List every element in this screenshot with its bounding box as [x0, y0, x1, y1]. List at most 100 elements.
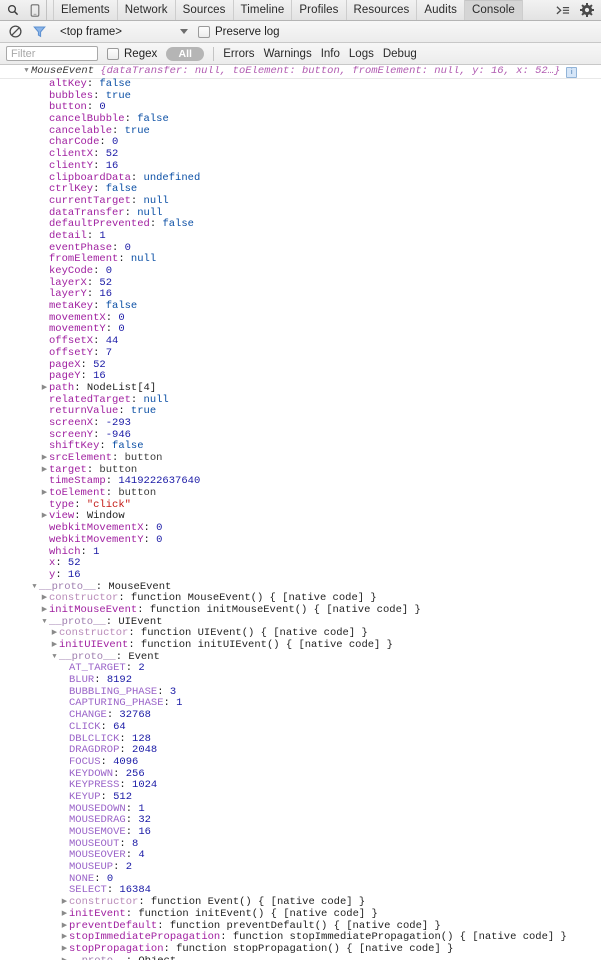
- property-row[interactable]: ▶MOUSEUP: 2: [0, 861, 601, 874]
- collapsed-triangle-icon[interactable]: ▶: [60, 909, 69, 921]
- collapsed-triangle-icon[interactable]: ▶: [40, 383, 49, 395]
- property-row[interactable]: ▶ path: NodeList[4]: [0, 382, 601, 395]
- property-row[interactable]: ▶keyCode: 0: [0, 265, 601, 278]
- triangle-placeholder: ▶: [40, 266, 49, 278]
- tab-profiles[interactable]: Profiles: [292, 0, 347, 20]
- collapsed-triangle-icon[interactable]: ▶: [50, 628, 59, 640]
- tab-sources[interactable]: Sources: [176, 0, 234, 20]
- triangle-placeholder: ▶: [40, 102, 49, 114]
- tab-console[interactable]: Console: [464, 0, 523, 20]
- device-toolbar-icon[interactable]: [28, 3, 42, 18]
- collapsed-triangle-icon[interactable]: ▶: [60, 944, 69, 956]
- property-row[interactable]: ▶altKey: false: [0, 78, 601, 91]
- property-value: 1: [99, 229, 106, 242]
- property-row[interactable]: ▶metaKey: false: [0, 300, 601, 313]
- property-row[interactable]: ▶KEYUP: 512: [0, 790, 601, 804]
- property-value: true: [130, 405, 157, 418]
- level-filter-warnings[interactable]: Warnings: [264, 48, 312, 60]
- property-value: -293: [105, 416, 131, 429]
- expanded-triangle-icon[interactable]: ▼: [50, 652, 59, 664]
- level-filter-debug[interactable]: Debug: [383, 48, 417, 60]
- property-row[interactable]: ▶MOUSEMOVE: 16: [0, 826, 601, 839]
- collapsed-triangle-icon[interactable]: ▶: [50, 640, 59, 652]
- collapsed-triangle-icon[interactable]: ▶: [40, 488, 49, 500]
- execution-context-selector[interactable]: <top frame>: [60, 26, 188, 38]
- property-separator: :: [130, 194, 144, 207]
- property-row[interactable]: ▶ initEvent: function initEvent() { [nati…: [0, 907, 601, 921]
- drawer-toggle-icon[interactable]: [556, 3, 570, 18]
- gear-icon[interactable]: [580, 3, 594, 18]
- property-key: MOUSEMOVE: [69, 826, 126, 838]
- property-row[interactable]: ▶detail: 1: [0, 229, 601, 243]
- property-row[interactable]: ▶__proto__: Object: [0, 956, 601, 960]
- property-row[interactable]: ▶currentTarget: null: [0, 194, 601, 208]
- property-row[interactable]: ▶ toElement: button: [0, 487, 601, 500]
- property-row[interactable]: ▶clientY: 16: [0, 160, 601, 173]
- triangle-placeholder: ▶: [40, 301, 49, 313]
- property-row[interactable]: ▶CLICK: 64: [0, 721, 601, 734]
- tab-elements[interactable]: Elements: [53, 0, 118, 20]
- info-badge-icon[interactable]: i: [566, 67, 578, 78]
- property-value: 4096: [113, 755, 139, 768]
- property-row[interactable]: ▶screenX: -293: [0, 416, 601, 430]
- property-value: 512: [113, 790, 133, 803]
- property-row[interactable]: ▶BLUR: 8192: [0, 674, 601, 687]
- expand-triangle-icon[interactable]: ▼: [22, 66, 31, 78]
- tab-timeline[interactable]: Timeline: [234, 0, 293, 20]
- property-row[interactable]: ▶FOCUS: 4096: [0, 755, 601, 769]
- property-row[interactable]: ▶which: 1: [0, 546, 601, 559]
- clear-console-icon[interactable]: [8, 24, 22, 39]
- regex-checkbox[interactable]: Regex: [107, 47, 157, 60]
- tab-resources[interactable]: Resources: [347, 0, 418, 20]
- devtools-tab-bar: Elements Network Sources Timeline Profil…: [0, 0, 601, 21]
- triangle-placeholder: ▶: [60, 850, 69, 862]
- preserve-log-checkbox[interactable]: Preserve log: [198, 25, 280, 38]
- console-toolbar: <top frame> Preserve log: [0, 21, 601, 43]
- level-filter-all[interactable]: All: [166, 46, 205, 61]
- collapsed-triangle-icon[interactable]: ▶: [60, 897, 69, 909]
- property-row[interactable]: ▶webkitMovementY: 0: [0, 533, 601, 547]
- collapsed-triangle-icon[interactable]: ▶: [60, 921, 69, 933]
- triangle-placeholder: ▶: [60, 839, 69, 851]
- level-filter-errors[interactable]: Errors: [223, 48, 254, 60]
- tab-network[interactable]: Network: [118, 0, 176, 20]
- collapsed-triangle-icon[interactable]: ▶: [40, 605, 49, 617]
- property-row[interactable]: ▶cancelBubble: false: [0, 113, 601, 126]
- property-row[interactable]: ▶offsetY: 7: [0, 347, 601, 360]
- filter-funnel-icon[interactable]: [32, 24, 46, 39]
- property-separator: :: [128, 639, 141, 651]
- triangle-placeholder: ▶: [40, 254, 49, 266]
- collapsed-triangle-icon[interactable]: ▶: [40, 453, 49, 465]
- property-key: initEvent: [69, 907, 126, 920]
- collapsed-triangle-icon[interactable]: ▶: [40, 511, 49, 523]
- property-separator: :: [118, 253, 131, 266]
- triangle-placeholder: ▶: [60, 780, 69, 792]
- tab-label: Sources: [182, 4, 226, 16]
- collapsed-triangle-icon[interactable]: ▶: [60, 956, 69, 960]
- property-row[interactable]: ▶ initUIEvent: function initUIEvent() { […: [0, 639, 601, 652]
- triangle-placeholder: ▶: [60, 687, 69, 699]
- triangle-placeholder: ▶: [40, 418, 49, 430]
- expanded-triangle-icon[interactable]: ▼: [40, 617, 49, 629]
- triangle-placeholder: ▶: [60, 722, 69, 734]
- property-separator: :: [149, 218, 163, 231]
- expanded-triangle-icon[interactable]: ▼: [30, 582, 39, 594]
- property-row[interactable]: ▶y: 16: [0, 569, 601, 582]
- tab-label: Profiles: [299, 4, 339, 16]
- inspect-element-icon[interactable]: [6, 3, 20, 18]
- tab-audits[interactable]: Audits: [417, 0, 465, 20]
- level-filter-info[interactable]: Info: [321, 48, 340, 60]
- property-row[interactable]: ▶x: 52: [0, 557, 601, 570]
- property-value: false: [99, 78, 131, 90]
- property-value: 16: [138, 826, 151, 838]
- collapsed-triangle-icon[interactable]: ▶: [60, 932, 69, 944]
- property-row[interactable]: ▶ stopPropagation: function stopPropagati…: [0, 943, 601, 956]
- console-output[interactable]: ▼ MouseEvent {dataTransfer: null, toElem…: [0, 65, 601, 960]
- collapsed-triangle-icon[interactable]: ▶: [40, 593, 49, 605]
- property-separator: :: [143, 533, 157, 546]
- filter-input[interactable]: [6, 46, 98, 61]
- level-filter-logs[interactable]: Logs: [349, 48, 374, 60]
- property-row[interactable]: ▶ srcElement: button: [0, 452, 601, 465]
- property-row[interactable]: ▶ initMouseEvent: function initMouseEvent…: [0, 604, 601, 617]
- collapsed-triangle-icon[interactable]: ▶: [40, 465, 49, 477]
